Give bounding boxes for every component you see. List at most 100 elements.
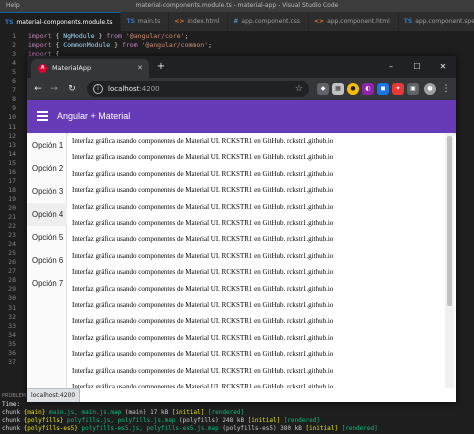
editor-tab-label: app.component.html [327, 18, 390, 25]
editor-tab-label: index.html [187, 18, 220, 25]
list-item: Interfaz gráfica usando componentes de M… [72, 153, 334, 162]
editor-tab-3[interactable]: # app.component.css [228, 12, 309, 31]
line-number: 29 [8, 285, 16, 294]
list-item: Interfaz gráfica usando componentes de M… [72, 383, 334, 388]
bookmark-star-icon[interactable]: ☆ [295, 81, 303, 97]
editor-tab-0[interactable]: TS material-components.module.ts [0, 12, 122, 31]
line-number: 24 [8, 240, 16, 249]
list-item: Interfaz gráfica usando componentes de M… [72, 301, 334, 309]
menu-hamburger-icon[interactable] [37, 111, 48, 121]
list-item: Interfaz gráfica usando componentes de M… [72, 202, 334, 211]
nav-item-opcion-7[interactable]: Opción 7 [27, 272, 67, 295]
line-number: 34 [8, 330, 16, 339]
desktop: Help material-components.module.ts - mat… [0, 0, 474, 434]
extension-puzzle-icon[interactable]: ◆ [317, 83, 329, 95]
maximize-button[interactable]: ☐ [404, 56, 430, 78]
editor-tab-5[interactable]: TSapp.component.spec.ts [398, 12, 474, 31]
code-line-1[interactable]: import { NgModule } from '@angular/core'… [28, 32, 189, 40]
line-number: 13 [8, 140, 16, 149]
list-item: Interfaz gráfica usando componentes de M… [72, 366, 334, 375]
nav-item-opcion-1[interactable]: Opción 1 [27, 134, 67, 157]
list-item: Interfaz gráfica usando componentes de M… [72, 169, 334, 178]
line-number: 10 [8, 113, 16, 122]
editor-tab-label: app.component.css [241, 18, 300, 25]
list-item: Interfaz gráfica usando componentes de M… [72, 186, 334, 195]
editor-tab-label: material-components.module.ts [16, 18, 113, 26]
file-type-icon: <> [174, 18, 185, 25]
line-number: 8 [12, 95, 16, 104]
browser-tab-strip: A MaterialApp ✕ + – ☐ ✕ [27, 56, 456, 78]
browser-tab-materialapp[interactable]: A MaterialApp ✕ [31, 59, 149, 78]
info-icon[interactable]: i [93, 84, 103, 94]
line-number: 9 [12, 104, 16, 113]
extension-purple-icon[interactable]: ◐ [362, 83, 374, 95]
nav-item-opcion-6[interactable]: Opción 6 [27, 249, 67, 272]
address-url[interactable]: localhost:4200 [108, 81, 160, 97]
file-type-icon: TS [126, 18, 135, 25]
extension-blue-icon[interactable]: ◼ [377, 83, 389, 95]
editor-tab-1[interactable]: TS main.ts [121, 12, 170, 31]
nav-item-opcion-5[interactable]: Opción 5 [27, 226, 67, 249]
list-item: Interfaz gráfica usando componentes de M… [72, 219, 334, 227]
editor-tab-label: main.ts [137, 18, 161, 25]
list-item: Interfaz gráfica usando componentes de M… [72, 137, 334, 145]
close-window-button[interactable]: ✕ [430, 56, 456, 78]
address-bar[interactable]: i localhost:4200 ☆ [87, 81, 309, 97]
profile-avatar-icon[interactable]: ● [424, 83, 436, 95]
line-number: 2 [12, 41, 16, 50]
line-number: 26 [8, 258, 16, 267]
scrollbar-thumb[interactable] [447, 136, 452, 306]
file-type-icon: TS [403, 18, 413, 25]
list-item: Interfaz gráfica usando componentes de M… [72, 350, 334, 359]
editor-tab-2[interactable]: <> index.html [169, 12, 229, 31]
back-arrow-icon[interactable]: ← [31, 82, 45, 96]
more-menu-icon[interactable]: ⋮ [439, 82, 453, 96]
vscode-window-title: material-components.module.ts - material… [135, 2, 339, 9]
terminal-output[interactable]: Time: chunk {main} main.js, main.js.map … [0, 401, 474, 434]
nav-item-opcion-3[interactable]: Opción 3 [27, 180, 67, 203]
line-number-gutter: 1 2 3 4 5 6 7 8 9 10 11 12 13 14 15 16 17 18 19 20 21 22 23 24 2… [0, 31, 22, 391]
file-type-icon: # [233, 18, 239, 25]
terminal-line-polyfills: chunk {polyfills} polyfills.js, polyfill… [2, 417, 320, 424]
line-number: 30 [8, 294, 16, 303]
extension-yellow-icon[interactable]: ● [347, 83, 359, 95]
editor-tab-label: app.component.spec.ts [415, 18, 474, 25]
line-number: 33 [8, 321, 16, 330]
line-number: 12 [8, 131, 16, 140]
extension-grid-icon[interactable]: ▦ [332, 83, 344, 95]
line-number: 11 [8, 122, 16, 131]
code-line-2[interactable]: import { CommonModule } from '@angular/c… [28, 41, 212, 49]
content-scrollbar[interactable] [445, 133, 454, 388]
nav-item-opcion-2[interactable]: Opción 2 [27, 157, 67, 180]
extension-red-icon[interactable]: ✦ [392, 83, 404, 95]
file-type-icon: <> [314, 18, 325, 25]
list-item: Interfaz gráfica usando componentes de M… [72, 317, 334, 326]
nav-item-opcion-4[interactable]: Opción 4 [27, 203, 67, 226]
line-number: 17 [8, 176, 16, 185]
file-type-icon: TS [5, 18, 14, 26]
line-number: 32 [8, 312, 16, 321]
terminal-line-polyfills-es5: chunk {polyfills-es5} polyfills-es5.js, … [2, 425, 378, 432]
list-item: Interfaz gráfica usando componentes de M… [72, 333, 334, 342]
line-number: 15 [8, 158, 16, 167]
new-tab-button[interactable]: + [154, 60, 168, 74]
list-item: Interfaz gráfica usando componentes de M… [72, 251, 334, 260]
editor-tab-4[interactable]: <> app.component.html [309, 12, 399, 31]
extension-gray-icon[interactable]: ▣ [407, 83, 419, 95]
list-item: Interfaz gráfica usando componentes de M… [72, 284, 334, 293]
browser-tab-title: MaterialApp [52, 64, 92, 72]
line-number: 18 [8, 185, 16, 194]
list-item: Interfaz gráfica usando componentes de M… [72, 268, 334, 277]
browser-toolbar: ← → ↻ i localhost:4200 ☆ ◆ ▦ ● ◐ ◼ ✦ ▣ ●… [27, 78, 456, 100]
line-number: 5 [12, 68, 16, 77]
forward-arrow-icon[interactable]: → [47, 82, 61, 96]
minimize-button[interactable]: – [378, 56, 404, 78]
editor-tab-bar: TS material-components.module.ts TS main.ts… [0, 12, 474, 31]
line-number: 22 [8, 222, 16, 231]
reload-icon[interactable]: ↻ [65, 82, 79, 96]
line-number: 6 [12, 77, 16, 86]
close-tab-icon[interactable]: ✕ [137, 59, 143, 78]
line-number: 25 [8, 249, 16, 258]
line-number: 27 [8, 267, 16, 276]
terminal-line-time: Time: [2, 401, 24, 408]
